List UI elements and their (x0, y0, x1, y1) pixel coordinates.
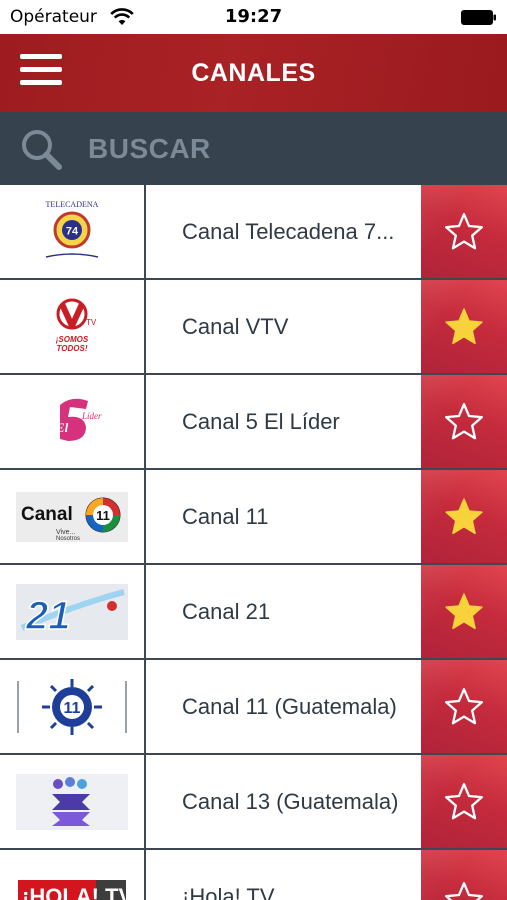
clock: 19:27 (224, 6, 283, 27)
nav-bar: CANALES (0, 34, 507, 112)
channel-name: Canal 11 (Guatemala) (182, 693, 397, 719)
star-outline-icon (444, 402, 484, 439)
channel-row[interactable]: ¡HOLA! TV ¡Hola! TV (0, 850, 507, 900)
favorite-button[interactable] (421, 850, 507, 900)
star-filled-icon (445, 592, 483, 629)
channel-name: Canal 13 (Guatemala) (182, 788, 399, 814)
star-outline-icon (444, 881, 484, 900)
favorite-button[interactable] (421, 660, 507, 753)
svg-text:11: 11 (96, 508, 110, 523)
search-input[interactable] (88, 130, 488, 168)
star-filled-icon (445, 307, 483, 344)
svg-text:Vive...: Vive... (56, 529, 75, 536)
star-filled-icon (445, 497, 483, 534)
canal-5-el-lider-logo: El Líder (0, 375, 146, 468)
svg-text:Canal: Canal (21, 504, 73, 525)
svg-text:TV: TV (86, 318, 97, 327)
svg-text:21: 21 (25, 594, 71, 638)
favorite-button[interactable] (421, 755, 507, 848)
battery-icon (461, 10, 496, 25)
svg-text:TODOS!: TODOS! (57, 344, 88, 353)
favorite-button[interactable] (421, 185, 507, 278)
svg-text:El: El (55, 420, 69, 435)
page-title: CANALES (191, 59, 316, 87)
svg-text:Nosotros: Nosotros (56, 536, 80, 542)
svg-text:¡HOLA! TV: ¡HOLA! TV (22, 884, 126, 900)
canal-21-logo: 21 (0, 565, 146, 658)
channel-name: ¡Hola! TV (182, 884, 275, 900)
star-outline-icon (444, 782, 484, 819)
favorite-button[interactable] (421, 470, 507, 563)
channel-row[interactable]: 21 Canal 21 (0, 565, 507, 660)
channel-row[interactable]: 11 Canal 11 (Guatemala) (0, 660, 507, 755)
favorite-button[interactable] (421, 280, 507, 373)
channel-list: TELECADENA 74 Canal Telecadena 7... TV ¡… (0, 185, 507, 900)
status-bar: Opérateur 19:27 (0, 0, 507, 34)
channel-row[interactable]: Canal 11 Vive... Nosotros Canal 11 (0, 470, 507, 565)
channel-name: Canal VTV (182, 313, 289, 339)
hola-tv-logo: ¡HOLA! TV (0, 850, 146, 900)
star-outline-icon (444, 212, 484, 249)
telecadena-74-logo: TELECADENA 74 (0, 185, 146, 278)
canal-11-logo: Canal 11 Vive... Nosotros (0, 470, 146, 563)
channel-row[interactable]: TELECADENA 74 Canal Telecadena 7... (0, 185, 507, 280)
channel-name: Canal 11 (182, 503, 269, 529)
channel-name: Canal 5 El Líder (182, 408, 340, 434)
star-outline-icon (444, 687, 484, 724)
svg-text:11: 11 (64, 700, 81, 717)
channel-name: Canal 21 (182, 598, 271, 624)
search-icon[interactable] (18, 126, 64, 172)
canal-13-guatemala-logo (0, 755, 146, 848)
channel-row[interactable]: TV ¡SOMOS TODOS! Canal VTV (0, 280, 507, 375)
svg-text:Líder: Líder (81, 411, 102, 421)
svg-text:74: 74 (66, 225, 79, 237)
svg-text:¡SOMOS: ¡SOMOS (56, 335, 89, 344)
canal-11-guatemala-logo: 11 (0, 660, 146, 753)
favorite-button[interactable] (421, 565, 507, 658)
channel-row[interactable]: El Líder Canal 5 El Líder (0, 375, 507, 470)
svg-text:TELECADENA: TELECADENA (46, 200, 99, 209)
vtv-logo: TV ¡SOMOS TODOS! (0, 280, 146, 373)
channel-name: Canal Telecadena 7... (182, 218, 395, 244)
search-bar (0, 112, 507, 185)
channel-row[interactable]: Canal 13 (Guatemala) (0, 755, 507, 850)
favorite-button[interactable] (421, 375, 507, 468)
